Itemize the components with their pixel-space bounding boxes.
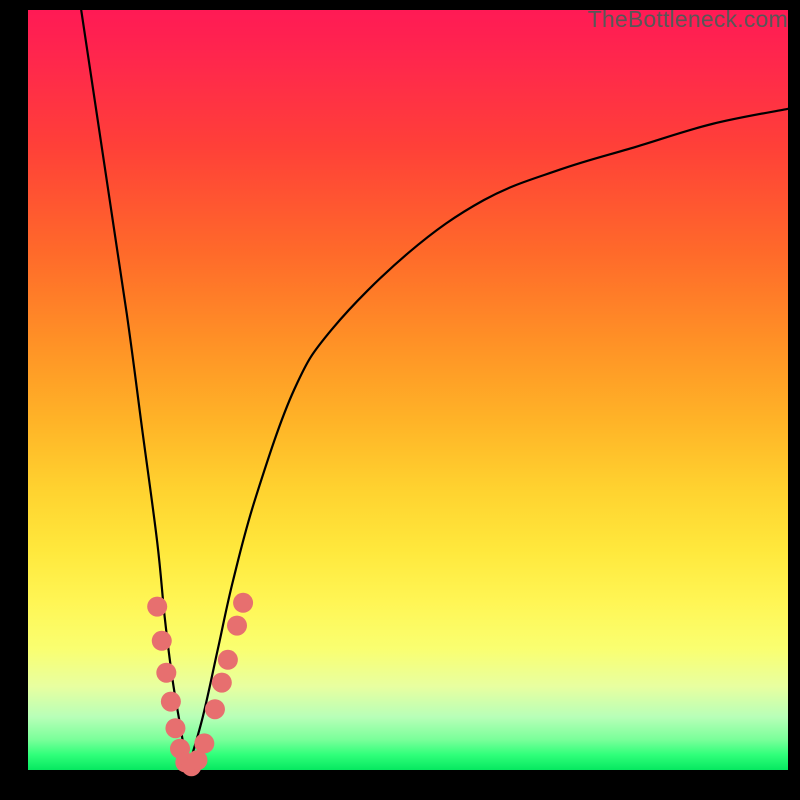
plot-area bbox=[28, 10, 788, 770]
data-marker bbox=[152, 631, 172, 651]
marker-group bbox=[147, 593, 253, 776]
chart-svg bbox=[28, 10, 788, 770]
chart-frame: TheBottleneck.com bbox=[0, 0, 800, 800]
data-marker bbox=[161, 692, 181, 712]
data-marker bbox=[218, 650, 238, 670]
data-marker bbox=[156, 663, 176, 683]
data-marker bbox=[194, 733, 214, 753]
curve-left bbox=[81, 10, 187, 770]
data-marker bbox=[212, 673, 232, 693]
data-marker bbox=[205, 699, 225, 719]
curve-group bbox=[81, 10, 788, 770]
data-marker bbox=[165, 718, 185, 738]
data-marker bbox=[233, 593, 253, 613]
data-marker bbox=[147, 597, 167, 617]
watermark-text: TheBottleneck.com bbox=[588, 6, 788, 33]
data-marker bbox=[227, 616, 247, 636]
curve-right bbox=[188, 109, 788, 770]
